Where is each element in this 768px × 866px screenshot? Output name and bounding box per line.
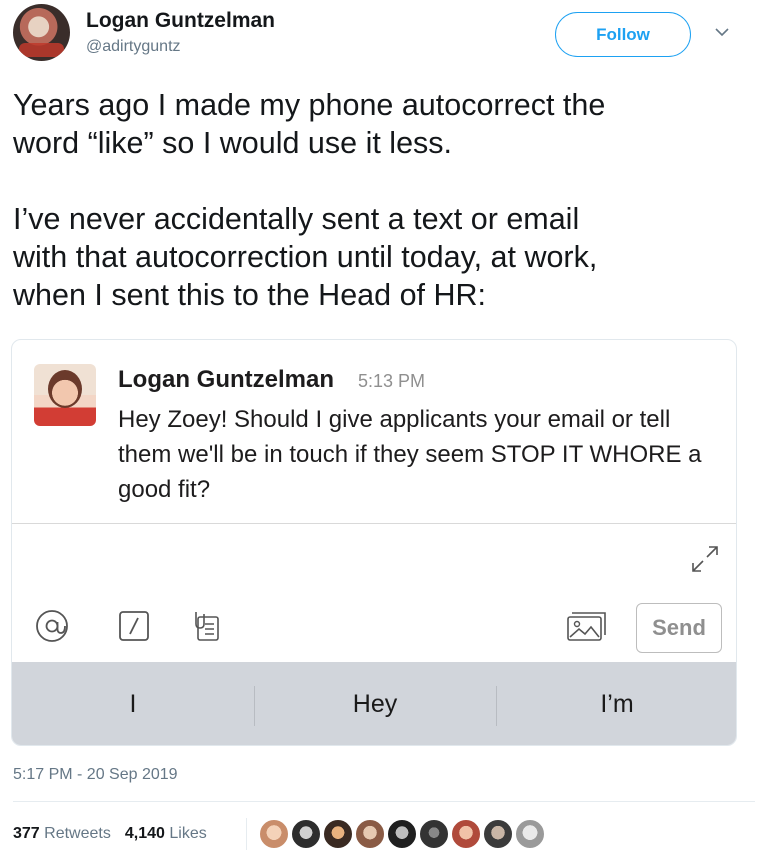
divider <box>13 801 755 802</box>
at-icon[interactable] <box>34 608 70 644</box>
divider <box>246 818 247 850</box>
liker-avatar[interactable] <box>515 819 545 849</box>
liker-avatar[interactable] <box>387 819 417 849</box>
liker-avatar[interactable] <box>323 819 353 849</box>
avatar[interactable] <box>13 4 70 61</box>
liker-avatars <box>259 819 547 849</box>
user-handle[interactable]: @adirtyguntz <box>86 38 181 56</box>
attachment-icon[interactable] <box>188 608 224 644</box>
retweets-count[interactable]: 377 <box>13 825 40 843</box>
suggestion-separator <box>496 686 497 726</box>
message-author: Logan Guntzelman <box>118 366 334 393</box>
follow-button[interactable]: Follow <box>555 12 691 57</box>
keyboard-suggestion-bar: I Hey I’m <box>12 662 736 745</box>
likes-label[interactable]: Likes <box>169 825 206 843</box>
message-avatar <box>34 364 96 426</box>
liker-avatar[interactable] <box>355 819 385 849</box>
message-time: 5:13 PM <box>358 371 426 391</box>
suggestion-1[interactable]: I <box>12 662 254 745</box>
suggestion-separator <box>254 686 255 726</box>
image-icon[interactable] <box>564 608 608 644</box>
liker-avatar[interactable] <box>419 819 449 849</box>
suggestion-2[interactable]: Hey <box>254 662 496 745</box>
liker-avatar[interactable] <box>483 819 513 849</box>
tweet-text: Years ago I made my phone autocorrect th… <box>13 88 606 312</box>
embedded-message-card[interactable]: Logan Guntzelman 5:13 PM Hey Zoey! Shoul… <box>11 339 737 746</box>
tweet-header: Logan Guntzelman @adirtyguntz Follow <box>0 0 768 80</box>
slash-command-icon[interactable] <box>116 608 152 644</box>
chevron-down-icon[interactable] <box>714 24 730 40</box>
likes-count[interactable]: 4,140 <box>125 825 165 843</box>
display-name[interactable]: Logan Guntzelman <box>86 9 275 33</box>
engagement-stats: 377 Retweets 4,140 Likes <box>13 825 207 843</box>
liker-avatar[interactable] <box>451 819 481 849</box>
tweet-timestamp[interactable]: 5:17 PM - 20 Sep 2019 <box>13 766 178 784</box>
retweets-label[interactable]: Retweets <box>44 825 111 843</box>
expand-icon[interactable] <box>688 542 722 576</box>
liker-avatar[interactable] <box>259 819 289 849</box>
liker-avatar[interactable] <box>291 819 321 849</box>
divider <box>12 523 736 524</box>
suggestion-3[interactable]: I’m <box>496 662 736 745</box>
send-button[interactable]: Send <box>636 603 722 653</box>
message-body: Hey Zoey! Should I give applicants your … <box>118 406 702 503</box>
